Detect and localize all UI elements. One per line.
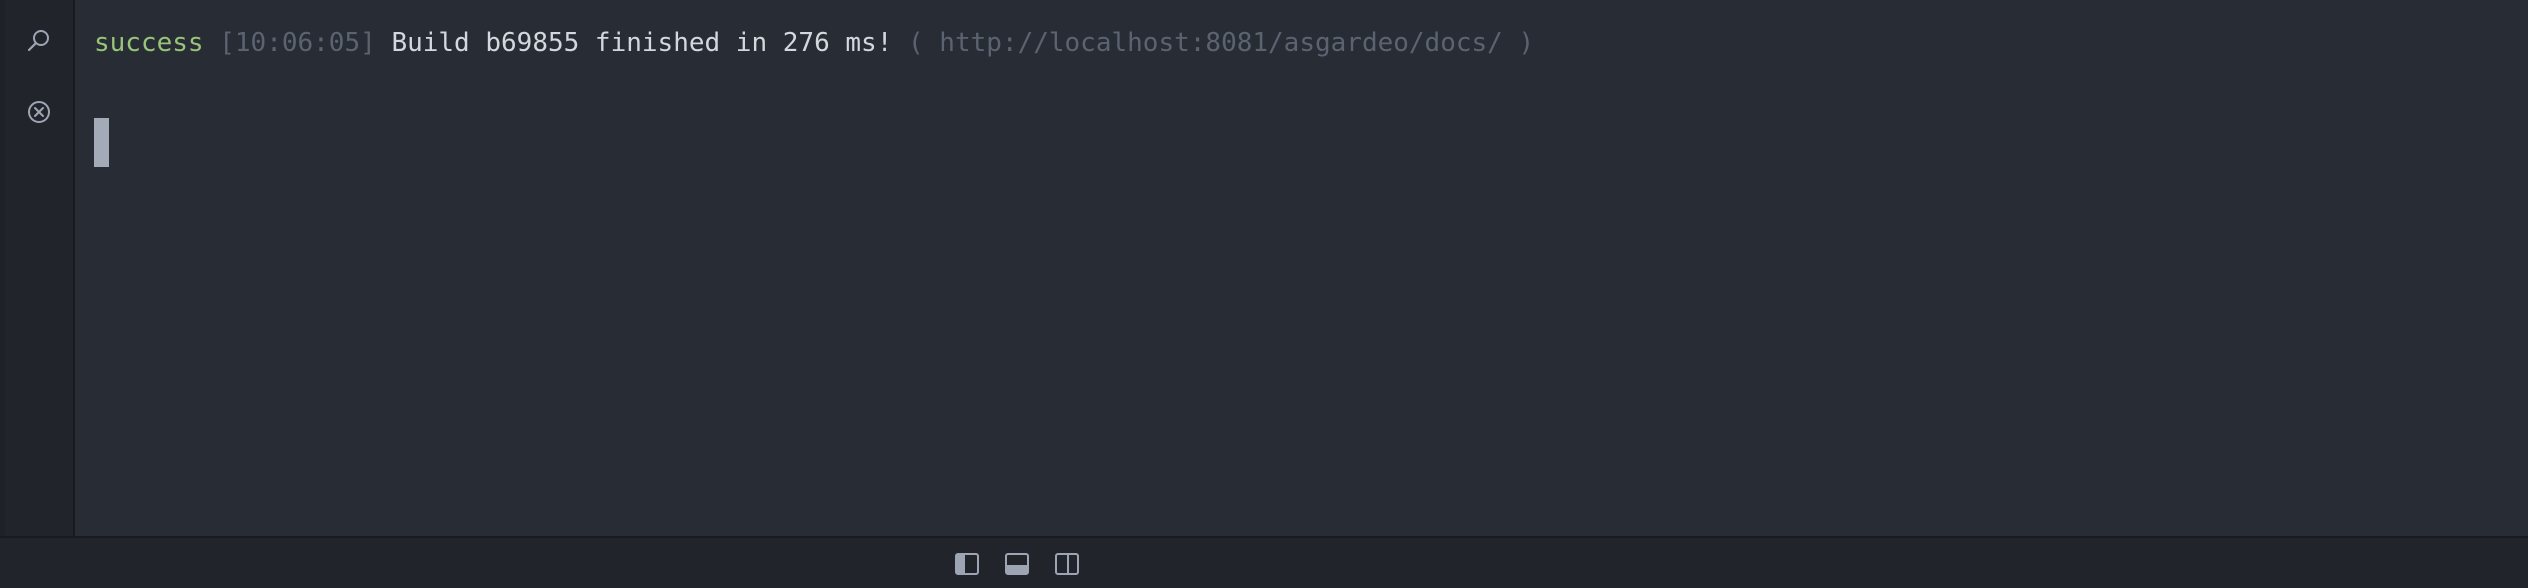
build-message: Build b69855 finished in 276 ms! <box>391 28 893 58</box>
terminal-toolbar <box>5 0 75 536</box>
circle-x-icon <box>26 99 52 125</box>
status-bar <box>0 536 2528 588</box>
url-text: ( http://localhost:8081/asgardeo/docs/ ) <box>908 28 1535 58</box>
output-line: success [10:06:05] Build b69855 finished… <box>94 26 1534 60</box>
toggle-right-panel-button[interactable] <box>1054 552 1080 576</box>
terminal-output[interactable]: success [10:06:05] Build b69855 finished… <box>75 0 2528 536</box>
timestamp-text: [10:06:05] <box>219 28 376 58</box>
clear-button[interactable] <box>22 95 56 129</box>
bottom-panel-icon <box>1004 553 1030 580</box>
left-panel-icon <box>954 553 980 580</box>
right-panel-icon <box>1054 553 1080 580</box>
search-button[interactable] <box>22 24 56 58</box>
toggle-left-panel-button[interactable] <box>954 552 980 576</box>
toggle-bottom-panel-button[interactable] <box>1004 552 1030 576</box>
status-text: success <box>94 28 204 58</box>
terminal-cursor <box>94 118 109 167</box>
search-icon <box>26 28 52 54</box>
terminal-window: success [10:06:05] Build b69855 finished… <box>0 0 2528 588</box>
